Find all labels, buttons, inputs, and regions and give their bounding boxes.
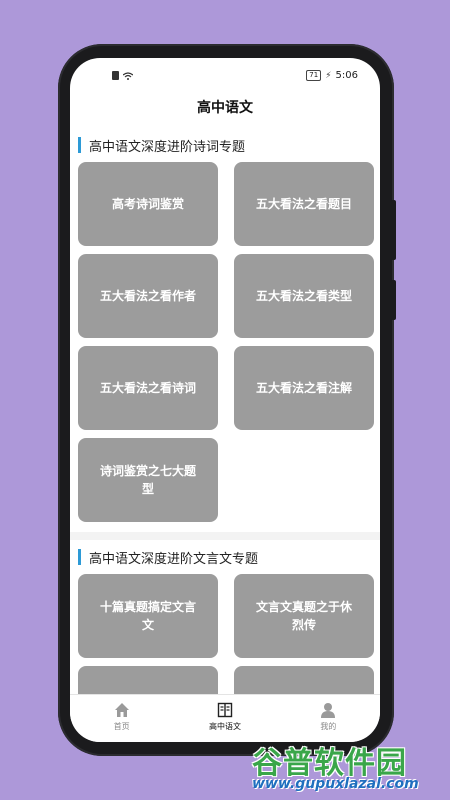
volume-button — [391, 200, 396, 260]
sim-icon — [112, 71, 119, 80]
topic-card[interactable]: 文言文真题之于休烈传 — [234, 574, 374, 658]
topic-card[interactable]: 五大看法之看诗词 — [78, 346, 218, 430]
content-scroll[interactable]: 高中语文深度进阶诗词专题 高考诗词鉴赏 五大看法之看题目 五大看法之看作者 五大… — [70, 128, 380, 694]
app-bar: 高中语文 — [70, 94, 380, 126]
card-grid: 十篇真题搞定文言文 文言文真题之于休烈传 — [70, 574, 380, 694]
section-title: 高中语文深度进阶诗词专题 — [89, 139, 246, 155]
topic-card[interactable]: 诗词鉴赏之七大题型 — [78, 438, 218, 522]
topic-card[interactable] — [234, 666, 374, 694]
section-header: 高中语文深度进阶文言文专题 — [70, 546, 380, 568]
topic-card[interactable]: 五大看法之看作者 — [78, 254, 218, 338]
tab-label: 高中语文 — [208, 722, 241, 731]
topic-card[interactable]: 五大看法之看题目 — [234, 162, 374, 246]
card-grid: 高考诗词鉴赏 五大看法之看题目 五大看法之看作者 五大看法之看类型 五大看法之看… — [70, 162, 380, 522]
watermark-url: www.gupuxlazal.com — [252, 776, 419, 792]
status-time: 5:06 — [335, 70, 358, 81]
bottom-tab-bar: 首页 高中语文 我的 — [70, 694, 380, 742]
topic-card[interactable] — [78, 666, 218, 694]
tab-label: 首页 — [113, 722, 130, 731]
book-icon — [217, 702, 233, 718]
topic-card[interactable]: 五大看法之看注解 — [234, 346, 374, 430]
topic-card[interactable]: 五大看法之看类型 — [234, 254, 374, 338]
battery-icon: 71 — [306, 70, 322, 81]
charging-icon: ⚡ — [325, 70, 332, 81]
watermark: 谷普软件园 www.gupuxlazal.com — [248, 738, 448, 798]
section-accent-bar — [78, 137, 81, 153]
section-classical: 高中语文深度进阶文言文专题 十篇真题搞定文言文 文言文真题之于休烈传 — [70, 540, 380, 694]
page-title: 高中语文 — [197, 100, 253, 116]
tab-label: 我的 — [320, 722, 337, 731]
user-icon — [321, 703, 336, 718]
topic-card[interactable]: 十篇真题搞定文言文 — [78, 574, 218, 658]
power-button — [391, 280, 396, 320]
section-title: 高中语文深度进阶文言文专题 — [89, 551, 259, 567]
wifi-icon — [123, 71, 133, 80]
tab-home[interactable]: 首页 — [70, 695, 173, 742]
home-icon — [114, 703, 129, 717]
tab-chinese[interactable]: 高中语文 — [173, 695, 276, 742]
section-poetry: 高中语文深度进阶诗词专题 高考诗词鉴赏 五大看法之看题目 五大看法之看作者 五大… — [70, 128, 380, 532]
section-accent-bar — [78, 549, 81, 565]
section-header: 高中语文深度进阶诗词专题 — [70, 134, 380, 156]
topic-card[interactable]: 高考诗词鉴赏 — [78, 162, 218, 246]
tab-profile[interactable]: 我的 — [277, 695, 380, 742]
screen: 71 ⚡ 5:06 高中语文 高中语文深度进阶诗词专题 高考诗词鉴赏 五大看法之… — [70, 58, 380, 742]
status-bar: 71 ⚡ 5:06 — [70, 58, 380, 94]
